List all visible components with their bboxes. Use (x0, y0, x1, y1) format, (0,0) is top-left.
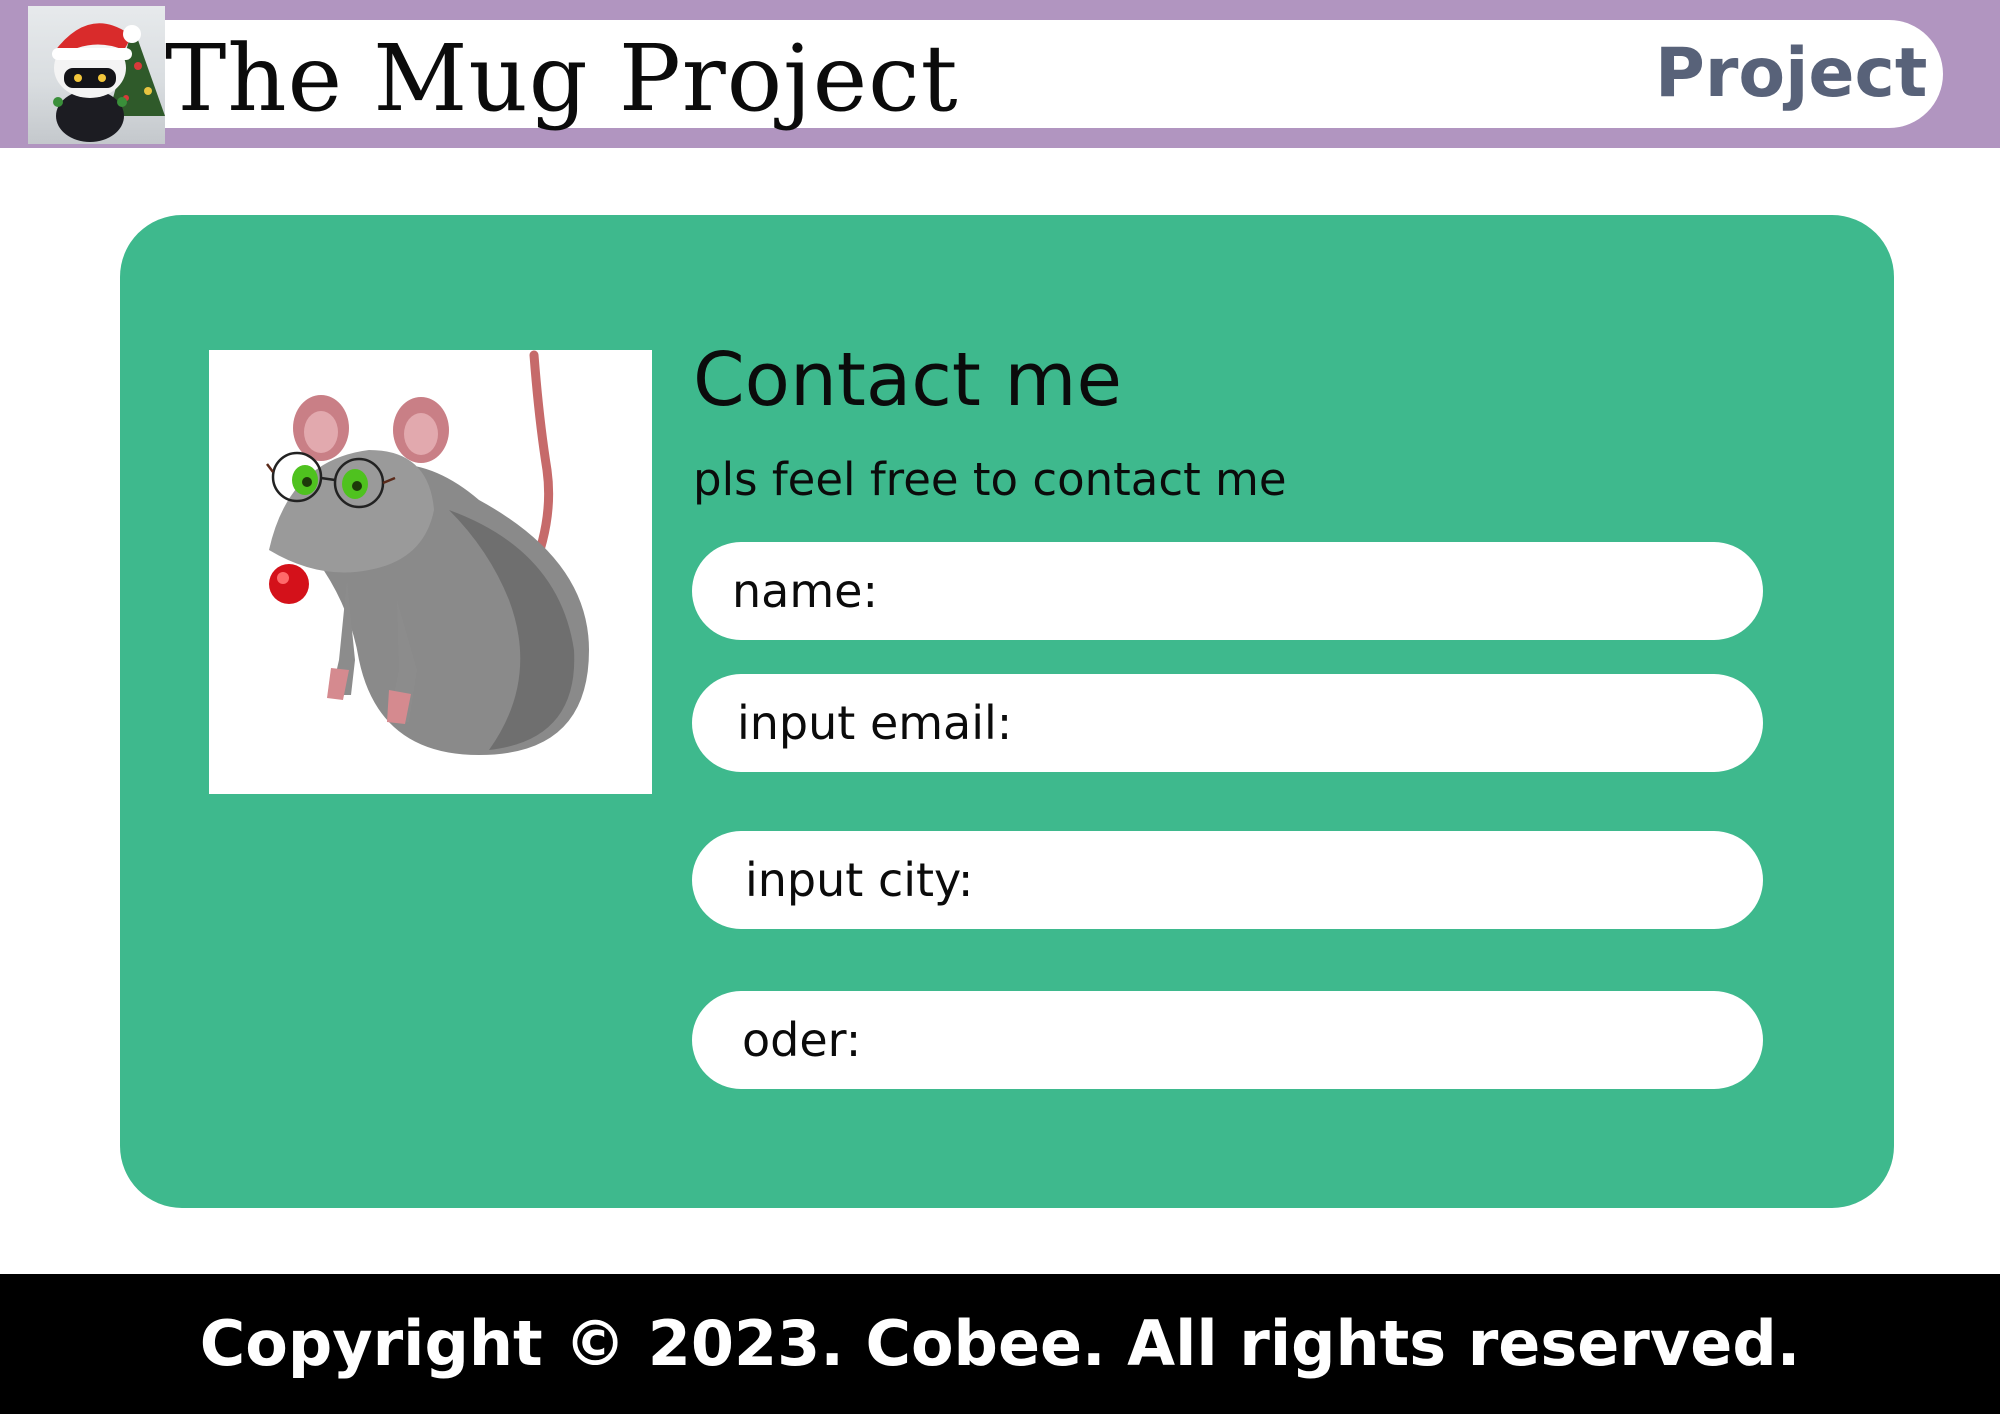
city-field-label: input city: (745, 853, 974, 907)
name-field-label: name: (732, 564, 878, 618)
nav-project-link[interactable]: Project (1655, 24, 1927, 124)
name-field[interactable]: name: (692, 542, 1763, 640)
contact-subtitle: pls feel free to contact me (693, 453, 1287, 506)
site-header: The Mug Project Project (0, 0, 2000, 148)
site-title: The Mug Project (165, 25, 959, 132)
email-field[interactable]: input email: (692, 674, 1763, 772)
mascot-logo-icon[interactable] (28, 6, 165, 144)
site-footer: Copyright © 2023. Cobee. All rights rese… (0, 1274, 2000, 1414)
city-field[interactable]: input city: (692, 831, 1763, 929)
contact-heading: Contact me (693, 337, 1123, 423)
email-field-label: input email: (737, 696, 1013, 750)
copyright-text: Copyright © 2023. Cobee. All rights rese… (199, 1307, 1801, 1380)
order-field[interactable]: oder: (692, 991, 1763, 1089)
order-field-label: oder: (742, 1013, 862, 1067)
rat-illustration-icon (209, 350, 652, 794)
